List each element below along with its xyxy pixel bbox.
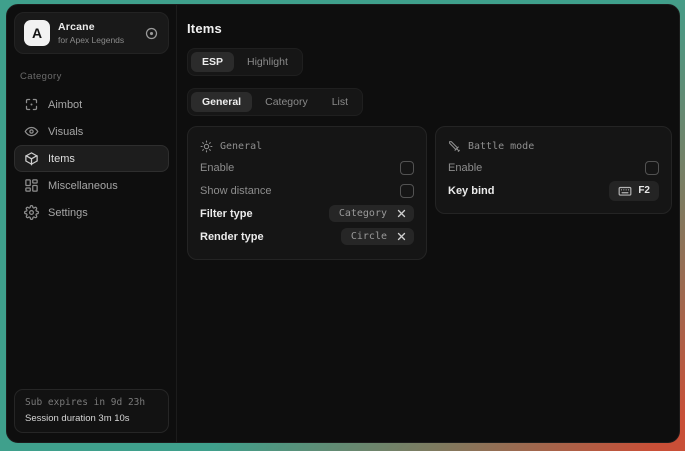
filter-type-value: Category	[339, 208, 387, 219]
keyboard-icon	[618, 184, 632, 198]
x-icon[interactable]	[397, 232, 406, 241]
setting-row-render-type: Render type Circle	[200, 225, 414, 248]
battle-enable-checkbox[interactable]	[645, 161, 659, 175]
general-panel-header: General	[200, 136, 414, 156]
tab-general[interactable]: General	[191, 92, 252, 112]
sidebar-item-visuals[interactable]: Visuals	[14, 118, 169, 145]
sun-icon	[200, 140, 213, 153]
crosshair-icon	[24, 97, 39, 112]
battle-mode-panel-header: Battle mode	[448, 136, 659, 156]
key-bind-button[interactable]: F2	[609, 181, 659, 201]
tab-esp[interactable]: ESP	[191, 52, 234, 72]
setting-row-key-bind: Key bind F2	[448, 179, 659, 202]
x-icon[interactable]	[397, 209, 406, 218]
sidebar-item-aimbot[interactable]: Aimbot	[14, 91, 169, 118]
target-icon[interactable]	[144, 26, 159, 41]
tab-list[interactable]: List	[321, 92, 359, 112]
gear-icon	[24, 205, 39, 220]
enable-checkbox[interactable]	[400, 161, 414, 175]
setting-row-filter-type: Filter type Category	[200, 202, 414, 225]
sidebar-item-label: Visuals	[48, 126, 83, 138]
tab-category[interactable]: Category	[254, 92, 319, 112]
page-title: Items	[187, 21, 672, 36]
tab-highlight[interactable]: Highlight	[236, 52, 299, 72]
sidebar-item-label: Settings	[48, 207, 88, 219]
sidebar-item-label: Miscellaneous	[48, 180, 118, 192]
show-distance-checkbox[interactable]	[400, 184, 414, 198]
battle-mode-panel: Battle mode Enable Key bind	[435, 126, 672, 214]
sidebar-item-items[interactable]: Items	[14, 145, 169, 172]
setting-label: Key bind	[448, 185, 494, 197]
sword-icon	[448, 140, 461, 153]
key-bind-value: F2	[638, 185, 650, 196]
render-type-value: Circle	[351, 231, 387, 242]
sidebar-item-settings[interactable]: Settings	[14, 199, 169, 226]
panels-row: General Enable Show distance Filter type…	[187, 126, 672, 260]
sub-expires-text: Sub expires in 9d 23h	[25, 397, 158, 408]
general-panel-title: General	[220, 141, 262, 152]
app-name: Arcane	[58, 21, 136, 33]
box-icon	[24, 151, 39, 166]
render-type-select[interactable]: Circle	[341, 228, 414, 245]
setting-label: Show distance	[200, 185, 272, 197]
sidebar: A Arcane for Apex Legends Category	[7, 5, 177, 442]
filter-type-select[interactable]: Category	[329, 205, 414, 222]
main-content: Items ESP Highlight General Category Lis…	[177, 5, 680, 442]
mode-tabs: ESP Highlight	[187, 48, 303, 76]
setting-label: Filter type	[200, 208, 253, 220]
sidebar-item-label: Items	[48, 153, 75, 165]
eye-icon	[24, 124, 39, 139]
app-subtitle: for Apex Legends	[58, 35, 136, 45]
app-logo-letter: A	[32, 25, 42, 41]
app-logo-card: A Arcane for Apex Legends	[14, 12, 169, 54]
sidebar-menu: Aimbot Visuals Items	[14, 91, 169, 226]
sidebar-category-label: Category	[20, 71, 169, 82]
session-duration-text: Session duration 3m 10s	[25, 413, 158, 424]
app-window: A Arcane for Apex Legends Category	[6, 4, 680, 443]
setting-label: Enable	[448, 162, 482, 174]
subscription-info-card: Sub expires in 9d 23h Session duration 3…	[14, 389, 169, 433]
app-logo: A	[24, 20, 50, 46]
setting-label: Render type	[200, 231, 264, 243]
setting-label: Enable	[200, 162, 234, 174]
setting-row-show-distance: Show distance	[200, 179, 414, 202]
sidebar-item-miscellaneous[interactable]: Miscellaneous	[14, 172, 169, 199]
sidebar-item-label: Aimbot	[48, 99, 82, 111]
app-title-block: Arcane for Apex Legends	[58, 21, 136, 45]
view-tabs: General Category List	[187, 88, 363, 116]
battle-mode-panel-title: Battle mode	[468, 141, 534, 152]
general-panel: General Enable Show distance Filter type…	[187, 126, 427, 260]
setting-row-enable: Enable	[200, 156, 414, 179]
grid-icon	[24, 178, 39, 193]
setting-row-battle-enable: Enable	[448, 156, 659, 179]
